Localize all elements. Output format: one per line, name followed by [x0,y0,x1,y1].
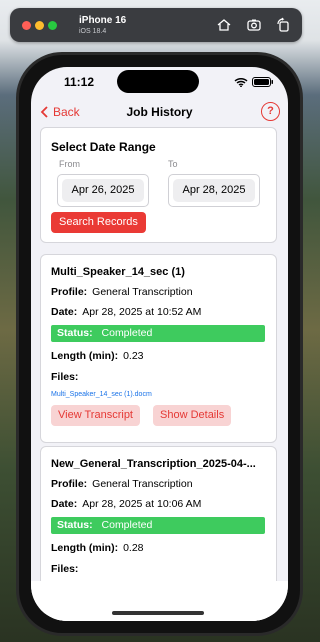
date-value: Apr 28, 2025 at 10:06 AM [82,498,202,510]
profile-value: General Transcription [92,286,193,298]
status-value: Completed [101,327,153,339]
length-value: 0.23 [123,350,144,362]
job-title: New_General_Transcription_2025-04-... [51,458,256,470]
dynamic-island [117,70,199,93]
date-label: Date: [51,306,78,318]
from-date-value: Apr 26, 2025 [62,179,144,202]
search-records-button[interactable]: Search Records [51,212,146,233]
to-label: To [168,159,178,169]
length-row: Length (min): 0.28 [51,542,144,554]
screenshot-icon[interactable] [246,17,262,33]
to-date-value: Apr 28, 2025 [173,179,255,202]
status-value: Completed [101,519,153,531]
status-label: Status: [57,327,93,339]
to-date-picker[interactable]: Apr 28, 2025 [168,174,260,207]
status-badge: Status: Completed [51,325,265,342]
show-details-button[interactable]: Show Details [153,405,232,426]
simulator-device-name: iPhone 16 [79,15,127,26]
date-label: Date: [51,498,78,510]
length-label: Length (min): [51,542,119,554]
file-link[interactable]: Multi_Speaker_14_sec (1).docm [51,391,152,398]
home-indicator[interactable] [112,611,204,615]
length-label: Length (min): [51,350,119,362]
profile-label: Profile: [51,478,88,490]
battery-icon [252,77,273,87]
date-row: Date: Apr 28, 2025 at 10:06 AM [51,498,201,510]
bottom-safe-area [31,581,288,621]
close-window-button[interactable] [22,21,31,30]
date-value: Apr 28, 2025 at 10:52 AM [82,306,202,318]
status-time: 11:12 [64,75,95,89]
files-row: Files: [51,371,83,383]
app-screen: 11:12 Back Job History ? Select Date Ran… [31,67,288,621]
status-icons [234,77,274,87]
from-label: From [59,159,80,169]
rotate-icon[interactable] [275,17,291,33]
simulator-toolbar: iPhone 16 iOS 18.4 [10,8,302,42]
minimize-window-button[interactable] [35,21,44,30]
date-row: Date: Apr 28, 2025 at 10:52 AM [51,306,201,318]
from-date-picker[interactable]: Apr 26, 2025 [57,174,149,207]
page-title: Job History [126,105,193,119]
profile-row: Profile: General Transcription [51,286,193,298]
date-range-card: Select Date Range From To Apr 26, 2025 A… [40,127,277,243]
date-range-heading: Select Date Range [51,140,156,154]
profile-row: Profile: General Transcription [51,478,193,490]
files-label: Files: [51,371,79,383]
profile-value: General Transcription [92,478,193,490]
length-row: Length (min): 0.23 [51,350,144,362]
job-title: Multi_Speaker_14_sec (1) [51,266,185,278]
job-card: Multi_Speaker_14_sec (1) Profile: General… [40,254,277,443]
status-label: Status: [57,519,93,531]
length-value: 0.28 [123,542,144,554]
home-icon[interactable] [216,17,232,33]
help-button[interactable]: ? [261,102,280,121]
wifi-icon [234,77,248,87]
simulator-os-version: iOS 18.4 [79,28,107,35]
view-transcript-button[interactable]: View Transcript [51,405,140,426]
profile-label: Profile: [51,286,88,298]
status-badge: Status: Completed [51,517,265,534]
phone-frame: 11:12 Back Job History ? Select Date Ran… [16,52,303,636]
files-row: Files: [51,563,83,575]
zoom-window-button[interactable] [48,21,57,30]
files-label: Files: [51,563,79,575]
